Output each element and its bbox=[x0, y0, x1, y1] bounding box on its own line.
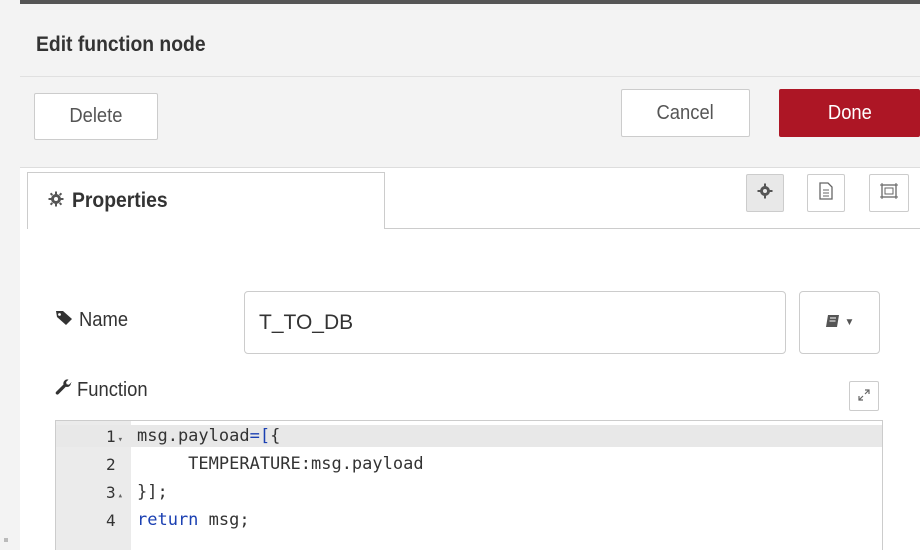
line-number: 4▾ bbox=[105, 510, 116, 530]
gear-icon bbox=[48, 191, 64, 212]
code-text: }]; bbox=[137, 482, 168, 502]
line-number: 1 ▾ bbox=[105, 426, 123, 446]
library-dropdown-button[interactable]: ▼ bbox=[799, 291, 880, 354]
function-field-label: Function bbox=[55, 379, 154, 402]
done-button[interactable]: Done bbox=[779, 89, 920, 137]
scroll-marker bbox=[4, 538, 8, 542]
gear-icon bbox=[757, 183, 773, 204]
tray-header: Edit function node Delete Cancel Done bbox=[20, 4, 920, 168]
fold-arrow-icon[interactable]: ▾ bbox=[118, 435, 123, 445]
name-input[interactable] bbox=[244, 291, 786, 354]
document-icon bbox=[818, 181, 834, 205]
tray-title: Edit function node bbox=[36, 33, 206, 56]
header-divider bbox=[20, 76, 920, 77]
code-text: TEMPERATURE:msg.payload bbox=[137, 454, 424, 474]
code-line: 3 ▴ }]; bbox=[56, 481, 882, 503]
code-line: 2▾ TEMPERATURE:msg.payload bbox=[56, 453, 882, 475]
tab-properties[interactable]: Properties bbox=[27, 172, 385, 229]
tab-properties-label: Properties bbox=[72, 189, 168, 212]
frame-icon bbox=[879, 182, 899, 205]
line-number: 2▾ bbox=[105, 454, 116, 474]
wrench-icon bbox=[55, 379, 73, 402]
code-text: return msg; bbox=[137, 510, 250, 530]
description-tab-button[interactable] bbox=[807, 174, 845, 212]
cancel-button[interactable]: Cancel bbox=[621, 89, 750, 137]
tab-baseline bbox=[385, 228, 920, 229]
fold-arrow-icon[interactable]: ▴ bbox=[118, 491, 123, 501]
appearance-tab-button[interactable] bbox=[869, 174, 909, 212]
left-edge-strip bbox=[0, 0, 20, 550]
code-text: msg.payload=[{ bbox=[137, 426, 281, 446]
settings-tab-button[interactable] bbox=[746, 174, 784, 212]
caret-down-icon: ▼ bbox=[844, 317, 855, 328]
line-number: 3 ▴ bbox=[105, 482, 123, 502]
expand-icon bbox=[858, 388, 870, 404]
delete-button[interactable]: Delete bbox=[34, 93, 158, 140]
code-line: 4▾ return msg; bbox=[56, 509, 882, 531]
tag-icon bbox=[55, 310, 73, 331]
name-field-label: Name bbox=[55, 309, 132, 332]
edit-tray: Edit function node Delete Cancel Done Pr… bbox=[20, 0, 920, 550]
code-line: 1 ▾ msg.payload=[{ bbox=[56, 425, 882, 447]
expand-editor-button[interactable] bbox=[849, 381, 879, 411]
book-icon bbox=[825, 314, 841, 331]
code-editor[interactable]: 1▾ msg.payload=[{ 2▾ TEMPERATURE:msg.pay… bbox=[55, 420, 883, 550]
